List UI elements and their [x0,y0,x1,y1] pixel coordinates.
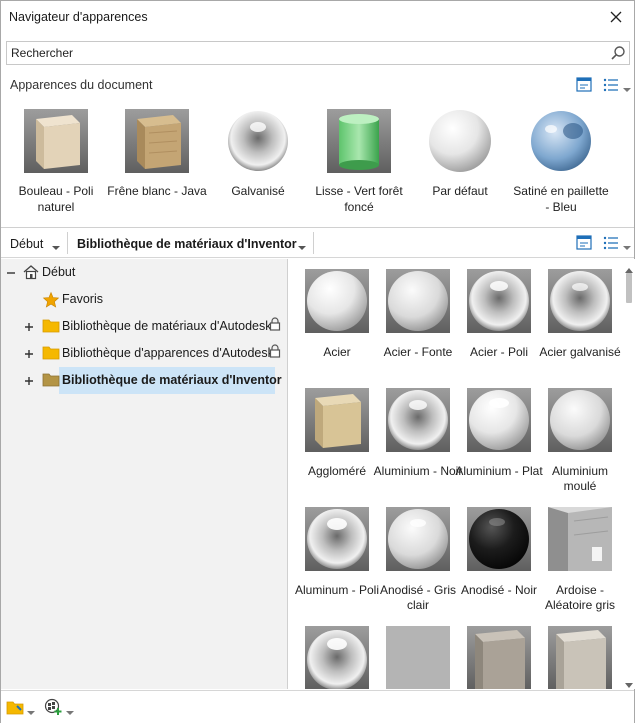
chrome-sphere-thumbnail [386,388,450,452]
breadcrumb-separator [67,232,68,254]
appearance-label: Acier - Poli [469,345,528,359]
chevron-down-icon[interactable] [52,241,60,250]
matte-sphere-thumbnail [386,269,450,333]
appearance-label: Satiné en paillette - Bleu [513,184,609,214]
wood-cube-thumbnail [125,109,189,173]
wood-cube-thumbnail [24,109,88,173]
appearance-label: Aluminium moulé [551,464,608,493]
flat-gray-thumbnail [386,626,450,689]
chevron-down-icon[interactable] [298,241,306,250]
search-icon[interactable] [610,45,626,61]
metal-sphere-thumbnail [226,109,290,173]
appearance-browser-window: Navigateur d'apparences Apparences du do… [0,0,635,723]
appearance-label: Aluminium - Plat [455,464,543,478]
library-breadcrumb: Début Bibliothèque de matériaux d'Invent… [1,228,634,258]
appearance-label: Anodisé - Noir [460,583,538,597]
create-appearance-icon[interactable] [44,698,64,719]
folder-icon [42,371,60,389]
appearance-label: Frêne blanc - Java [107,184,207,198]
appearance-label: Aluminum - Poli [294,583,380,597]
appearance-label: Par défaut [432,184,488,198]
appearance-label: Lisse - Vert forêt foncé [315,184,403,214]
search-input[interactable] [7,42,607,64]
breadcrumb-separator [313,232,314,254]
chevron-down-icon[interactable] [623,241,631,250]
footer-toolbar [1,690,634,723]
appearance-label: Acier galvanisé [539,345,621,359]
appearance-editor-icon[interactable] [575,76,593,94]
appearance-label: Aluminium - Noir [373,464,463,478]
document-appearances-header: Apparences du document [10,78,153,92]
lock-icon [269,317,287,335]
stone-cube-thumbnail [548,626,612,689]
window-title: Navigateur d'apparences [9,10,148,24]
default-sphere-thumbnail [428,109,492,173]
lock-icon [269,344,287,362]
library-options-icon[interactable] [575,234,593,252]
expand-icon[interactable] [24,348,34,358]
chrome-sphere-thumbnail [305,507,369,571]
chrome-sphere-thumbnail [467,269,531,333]
folder-icon [42,317,60,335]
search-box[interactable] [6,41,630,65]
scroll-thumb[interactable] [626,273,632,303]
expand-icon[interactable] [24,321,34,331]
granite-cube-thumbnail [467,626,531,689]
chevron-down-icon[interactable] [27,706,35,715]
matte-sphere-thumbnail [305,269,369,333]
slate-wall-thumbnail [548,507,612,571]
black-sphere-thumbnail [467,507,531,571]
library-appearance-grid: Acier Acier - Fonte Acier - Poli Acier g… [291,259,622,689]
anodized-sphere-thumbnail [386,507,450,571]
appearance-label: Anodisé - Gris clair [379,583,457,612]
manage-libraries-icon[interactable] [6,699,24,718]
title-bar: Navigateur d'apparences [1,1,634,33]
particleboard-cube-thumbnail [305,388,369,452]
document-appearances-list: Bouleau - Poli naturel Frêne blanc - Jav… [1,101,634,225]
chrome-sphere-thumbnail [548,269,612,333]
folder-icon [42,344,60,362]
green-cylinder-thumbnail [327,109,391,173]
matte-sphere-thumbnail [467,388,531,452]
appearance-label: Aggloméré [307,464,367,478]
view-options-icon[interactable] [602,234,620,252]
chevron-down-icon[interactable] [623,83,631,92]
chrome-sphere-thumbnail [305,626,369,689]
appearance-label: Acier - Fonte [383,345,453,359]
chevron-down-icon[interactable] [66,706,74,715]
scrollbar[interactable] [622,259,635,689]
home-icon [22,263,40,281]
appearance-label: Bouleau - Poli naturel [18,184,94,214]
matte-sphere-thumbnail [548,388,612,452]
star-icon [42,291,60,309]
appearance-label: Galvanisé [231,184,285,198]
close-icon[interactable] [604,5,628,29]
breadcrumb-library[interactable]: Bibliothèque de matériaux d'Inventor [77,237,297,251]
blue-sphere-thumbnail [529,109,593,173]
view-options-icon[interactable] [602,76,620,94]
collapse-icon[interactable] [6,267,16,277]
appearance-label: Ardoise - Aléatoire gris [544,583,616,612]
appearance-label: Acier [323,345,351,359]
breadcrumb-root[interactable]: Début [10,237,43,251]
expand-icon[interactable] [24,375,34,385]
